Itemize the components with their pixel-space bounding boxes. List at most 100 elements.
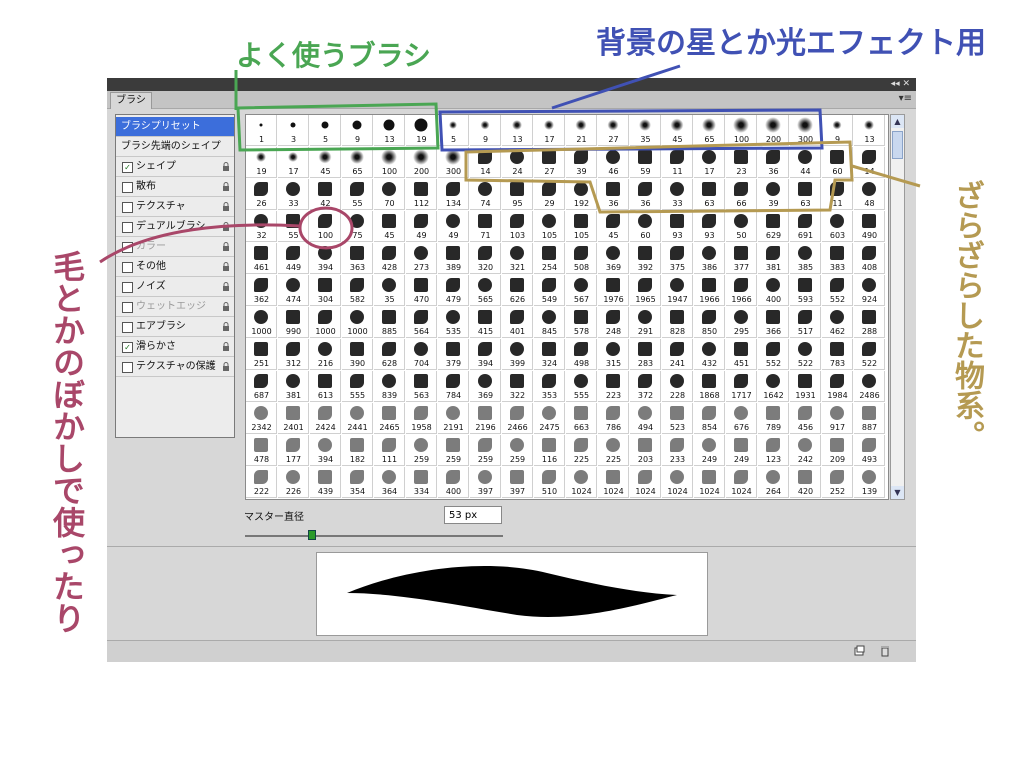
brush-preset-cell[interactable]: 1931 <box>790 371 821 402</box>
master-diameter-input[interactable] <box>444 506 502 524</box>
brush-preset-cell[interactable]: 26 <box>246 179 277 210</box>
brush-preset-cell[interactable]: 139 <box>854 467 885 498</box>
brush-preset-cell[interactable]: 1958 <box>406 403 437 434</box>
brush-preset-cell[interactable]: 60 <box>630 211 661 242</box>
brush-preset-cell[interactable]: 291 <box>630 307 661 338</box>
brush-preset-cell[interactable]: 241 <box>662 339 693 370</box>
brush-preset-cell[interactable]: 439 <box>310 467 341 498</box>
brush-preset-cell[interactable]: 27 <box>598 115 629 146</box>
brush-preset-cell[interactable]: 35 <box>630 115 661 146</box>
checkbox[interactable] <box>122 322 133 333</box>
brush-preset-cell[interactable]: 397 <box>502 467 533 498</box>
brush-preset-cell[interactable]: 2441 <box>342 403 373 434</box>
brush-preset-cell[interactable]: 60 <box>822 147 853 178</box>
brush-preset-cell[interactable]: 582 <box>342 275 373 306</box>
brush-preset-cell[interactable]: 449 <box>278 243 309 274</box>
brush-preset-cell[interactable]: 226 <box>278 467 309 498</box>
brush-preset-cell[interactable]: 2342 <box>246 403 277 434</box>
brush-preset-cell[interactable]: 209 <box>822 435 853 466</box>
checkbox[interactable] <box>122 202 133 213</box>
panel-collapse-close-controls[interactable]: ◂◂ ✕ <box>891 78 910 91</box>
brush-preset-cell[interactable]: 854 <box>694 403 725 434</box>
brush-preset-cell[interactable]: 1947 <box>662 275 693 306</box>
brush-preset-cell[interactable]: 36 <box>598 179 629 210</box>
brush-preset-cell[interactable]: 259 <box>470 435 501 466</box>
brush-preset-cell[interactable]: 2401 <box>278 403 309 434</box>
scroll-down-button[interactable]: ▼ <box>891 486 904 499</box>
brush-preset-cell[interactable]: 789 <box>758 403 789 434</box>
brush-preset-cell[interactable]: 13 <box>374 115 405 146</box>
brush-preset-cell[interactable]: 249 <box>726 435 757 466</box>
checkbox[interactable] <box>122 282 133 293</box>
brush-preset-cell[interactable]: 321 <box>502 243 533 274</box>
brush-preset-cell[interactable]: 50 <box>726 211 757 242</box>
brush-preset-cell[interactable]: 1965 <box>630 275 661 306</box>
panel-menu-icon[interactable]: ▾≡ <box>899 93 912 104</box>
brush-preset-cell[interactable]: 564 <box>406 307 437 338</box>
brush-preset-cell[interactable]: 2196 <box>470 403 501 434</box>
brush-preset-cell[interactable]: 55 <box>342 179 373 210</box>
checkbox[interactable]: ✓ <box>122 162 133 173</box>
brush-preset-cell[interactable]: 461 <box>246 243 277 274</box>
lock-icon[interactable] <box>222 182 230 191</box>
brush-preset-cell[interactable]: 33 <box>662 179 693 210</box>
brush-preset-cell[interactable]: 552 <box>758 339 789 370</box>
brush-preset-cell[interactable]: 295 <box>726 307 757 338</box>
brush-preset-cell[interactable]: 567 <box>566 275 597 306</box>
lock-icon[interactable] <box>222 362 230 371</box>
checkbox[interactable]: ✓ <box>122 342 133 353</box>
sidebar-item-1[interactable]: ブラシ先端のシェイプ <box>116 137 234 157</box>
brush-preset-cell[interactable]: 123 <box>758 435 789 466</box>
brush-preset-cell[interactable]: 222 <box>246 467 277 498</box>
brush-preset-cell[interactable]: 9 <box>822 115 853 146</box>
brush-preset-cell[interactable]: 1000 <box>310 307 341 338</box>
brush-preset-cell[interactable]: 112 <box>406 179 437 210</box>
checkbox[interactable] <box>122 262 133 273</box>
brush-preset-cell[interactable]: 100 <box>374 147 405 178</box>
brush-preset-cell[interactable]: 397 <box>470 467 501 498</box>
brush-preset-cell[interactable]: 11 <box>662 147 693 178</box>
brush-preset-cell[interactable]: 1024 <box>694 467 725 498</box>
brush-preset-cell[interactable]: 36 <box>758 147 789 178</box>
brush-preset-cell[interactable]: 223 <box>598 371 629 402</box>
brush-preset-cell[interactable]: 522 <box>854 339 885 370</box>
lock-icon[interactable] <box>222 222 230 231</box>
brush-preset-cell[interactable]: 1024 <box>662 467 693 498</box>
brush-preset-cell[interactable]: 324 <box>534 339 565 370</box>
scroll-thumb[interactable] <box>892 131 903 159</box>
brush-preset-cell[interactable]: 392 <box>630 243 661 274</box>
brush-preset-cell[interactable]: 353 <box>534 371 565 402</box>
brush-preset-cell[interactable]: 5 <box>310 115 341 146</box>
brush-preset-cell[interactable]: 462 <box>822 307 853 338</box>
brush-preset-cell[interactable]: 366 <box>758 307 789 338</box>
brush-preset-cell[interactable]: 555 <box>342 371 373 402</box>
brush-preset-cell[interactable]: 494 <box>630 403 661 434</box>
brush-preset-cell[interactable]: 629 <box>758 211 789 242</box>
brush-preset-cell[interactable]: 386 <box>694 243 725 274</box>
brush-preset-cell[interactable]: 420 <box>790 467 821 498</box>
brush-preset-cell[interactable]: 578 <box>566 307 597 338</box>
brush-preset-cell[interactable]: 549 <box>534 275 565 306</box>
brush-preset-cell[interactable]: 535 <box>438 307 469 338</box>
brush-preset-cell[interactable]: 456 <box>790 403 821 434</box>
brush-preset-cell[interactable]: 252 <box>822 467 853 498</box>
brush-preset-cell[interactable]: 200 <box>758 115 789 146</box>
brush-preset-cell[interactable]: 24 <box>502 147 533 178</box>
brush-preset-cell[interactable]: 783 <box>822 339 853 370</box>
brush-preset-cell[interactable]: 828 <box>662 307 693 338</box>
brush-preset-cell[interactable]: 470 <box>406 275 437 306</box>
brush-preset-cell[interactable]: 372 <box>630 371 661 402</box>
brush-preset-cell[interactable]: 490 <box>854 211 885 242</box>
brush-preset-cell[interactable]: 839 <box>374 371 405 402</box>
brush-preset-cell[interactable]: 1984 <box>822 371 853 402</box>
new-preset-icon[interactable] <box>853 645 865 657</box>
brush-preset-cell[interactable]: 1024 <box>598 467 629 498</box>
brush-preset-cell[interactable]: 45 <box>598 211 629 242</box>
brush-preset-cell[interactable]: 390 <box>342 339 373 370</box>
brush-preset-cell[interactable]: 626 <box>502 275 533 306</box>
brush-preset-cell[interactable]: 14 <box>854 147 885 178</box>
brush-preset-cell[interactable]: 334 <box>406 467 437 498</box>
brush-preset-cell[interactable]: 508 <box>566 243 597 274</box>
brush-preset-cell[interactable]: 49 <box>438 211 469 242</box>
brush-preset-cell[interactable]: 100 <box>310 211 341 242</box>
